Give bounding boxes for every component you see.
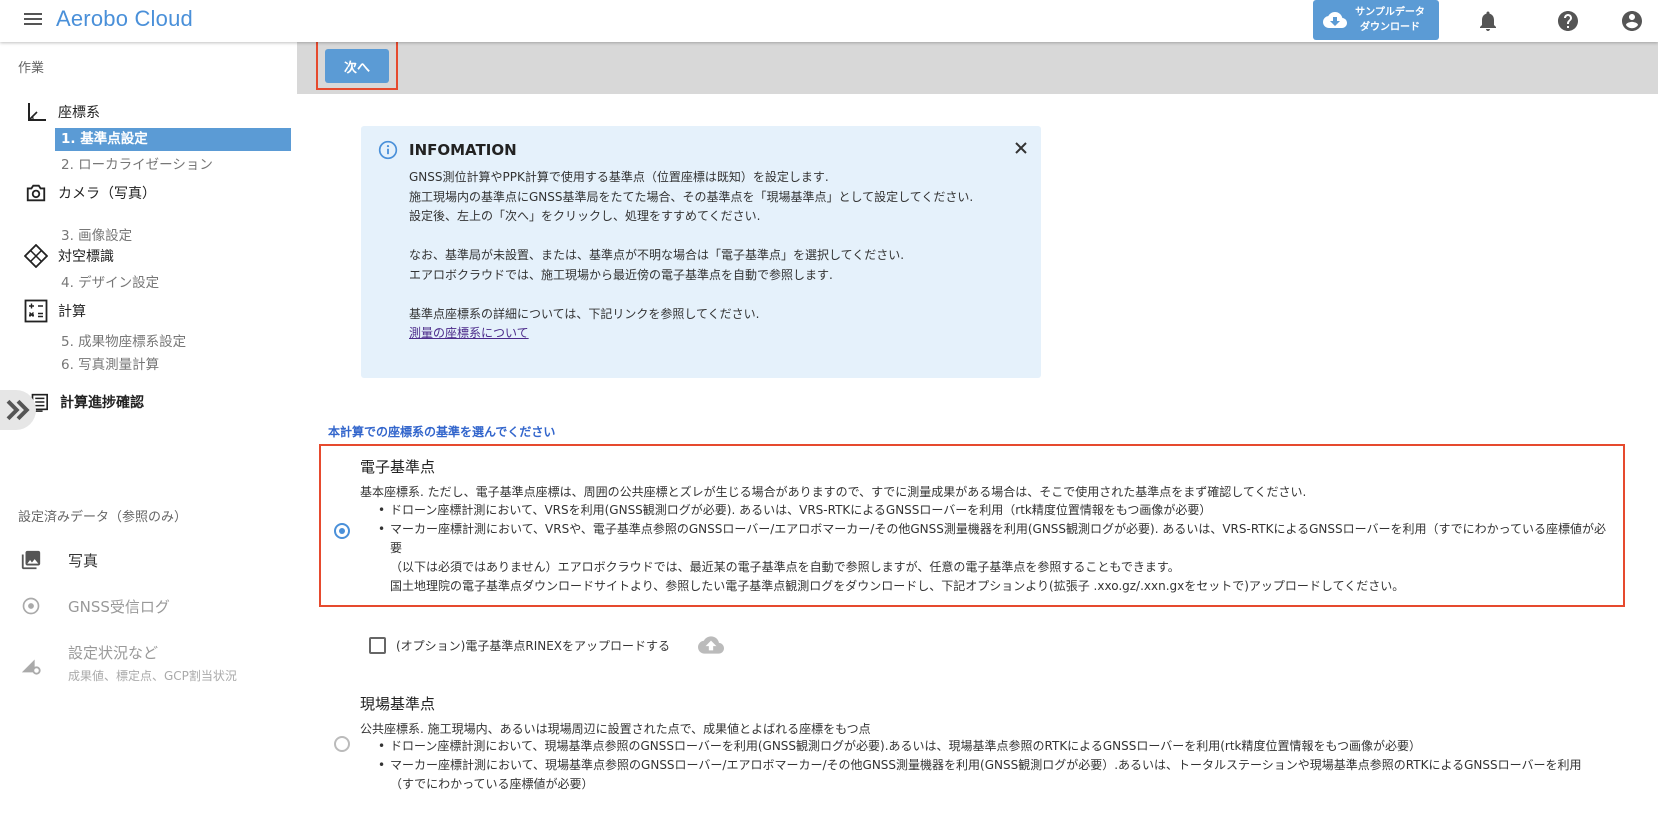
bell-icon[interactable] [1476, 9, 1500, 33]
rinex-upload-checkbox[interactable] [369, 636, 386, 654]
electronic-bullet-1: ドローン座標計測において、VRSを利用(GNSS観測ログが必要). あるいは、V… [378, 501, 1618, 520]
top-app-bar: Aerobo Cloud サンプルデータ ダウンロード [0, 0, 1658, 42]
axis-icon [24, 100, 48, 124]
camera-category-label: カメラ（写真） [58, 186, 156, 202]
electronic-base-bullets: ドローン座標計測において、VRSを利用(GNSS観測ログが必要). あるいは、V… [378, 501, 1618, 596]
gnss-log-label: GNSS受信ログ [68, 597, 170, 616]
electronic-base-radio[interactable] [334, 523, 350, 539]
site-base-title: 現場基準点 [360, 695, 436, 713]
info-line-1: GNSS測位計算やPPK計算で使用する基準点（位置座標は既知）を設定します. [409, 170, 829, 184]
settings-status-icon [20, 654, 42, 676]
info-body: GNSS測位計算やPPK計算で使用する基準点（位置座標は既知）を設定します. 施… [409, 168, 989, 344]
double-chevron-right-icon [6, 399, 30, 421]
info-line-3: 設定後、左上の「次へ」をクリックし、処理をすすめてください. [409, 209, 761, 223]
site-bullet-2: マーカー座標計測において、現場基準点参照のGNSSローバー/エアロボマーカー/そ… [378, 756, 1618, 775]
sidebar-data-photos[interactable]: 写真 [20, 549, 98, 571]
progress-category-label: 計算進捗確認 [60, 395, 144, 411]
sidebar-category-coord[interactable]: 座標系 [24, 100, 100, 124]
info-line-6: 基準点座標系の詳細については、下記リンクを参照してください. [409, 306, 760, 321]
site-note-1: （すでにわかっている座標値が必要） [390, 777, 594, 791]
coord-category-label: 座標系 [58, 105, 100, 121]
site-base-bullets: ドローン座標計測において、現場基準点参照のGNSSローバーを利用(GNSS観測ロ… [378, 737, 1618, 794]
sidebar-category-calc[interactable]: 計算 [24, 299, 86, 323]
calc-category-label: 計算 [58, 304, 86, 320]
sidebar-item-design[interactable]: 4. デザイン設定 [61, 271, 159, 291]
info-line-4: なお、基準局が未設置、または、基準点が不明な場合は「電子基準点」を選択してくださ… [409, 248, 905, 262]
sample-data-download-button[interactable]: サンプルデータ ダウンロード [1313, 0, 1439, 40]
settings-status-label: 設定状況など [68, 644, 159, 662]
help-icon[interactable] [1556, 9, 1580, 33]
target-marker-icon [24, 244, 48, 268]
calculator-icon [24, 299, 48, 323]
rinex-upload-label: (オプション)電子基準点RINEXをアップロードする [396, 638, 671, 653]
sidebar: 作業 座標系 1. 基準点設定 2. ローカライゼーション カメラ（写真） 3.… [0, 42, 297, 822]
rinex-upload-row: (オプション)電子基準点RINEXをアップロードする [369, 632, 725, 658]
next-button[interactable]: 次へ [325, 49, 389, 83]
info-icon [378, 140, 398, 160]
radio-target-icon [20, 595, 42, 617]
sidebar-item-image-settings[interactable]: 3. 画像設定 [61, 224, 132, 244]
close-icon[interactable] [1013, 140, 1029, 156]
photos-label: 写真 [68, 551, 99, 570]
settings-status-sublabel: 成果値、標定点、GCP割当状況 [68, 669, 237, 683]
info-line-2: 施工現場内の基準点にGNSS基準局をたてた場合、その基準点を「現場基準点」として… [409, 189, 974, 204]
electronic-base-title: 電子基準点 [360, 458, 436, 476]
app-title[interactable]: Aerobo Cloud [56, 6, 193, 32]
site-bullet-1: ドローン座標計測において、現場基準点参照のGNSSローバーを利用(GNSS観測ロ… [378, 737, 1618, 756]
info-title: INFOMATION [409, 141, 517, 159]
sample-btn-line1: サンプルデータ [1355, 7, 1425, 18]
cloud-upload-icon[interactable] [698, 632, 725, 658]
hamburger-menu-icon[interactable] [22, 10, 44, 32]
account-icon[interactable] [1620, 9, 1644, 33]
photo-library-icon [20, 549, 42, 571]
work-section-heading: 作業 [18, 61, 45, 76]
sidebar-collapse-button[interactable] [0, 390, 36, 430]
sidebar-item-base-point[interactable]: 1. 基準点設定 [55, 128, 291, 151]
sidebar-data-gnss-log[interactable]: GNSS受信ログ [20, 595, 170, 617]
sample-btn-line2: ダウンロード [1360, 22, 1420, 33]
electronic-base-desc: 基本座標系. ただし、電子基準点座標は、周囲の公共座標とズレが生じる場合がありま… [360, 485, 1307, 499]
electronic-note-2: 国土地理院の電子基準点ダウンロードサイトより、参照したい電子基準点観測ログをダウ… [390, 579, 1405, 593]
sidebar-category-progress[interactable]: 計算進捗確認 [26, 390, 144, 414]
sidebar-item-photo-survey[interactable]: 6. 写真測量計算 [61, 353, 159, 373]
choose-coord-label: 本計算での座標系の基準を選んでください [328, 425, 556, 439]
sidebar-item-result-coord[interactable]: 5. 成果物座標系設定 [61, 330, 186, 350]
sidebar-item-localization[interactable]: 2. ローカライゼーション [61, 153, 213, 173]
sidebar-category-camera[interactable]: カメラ（写真） [24, 181, 156, 205]
sidebar-data-settings-status[interactable]: 設定状況など 成果値、標定点、GCP割当状況 [20, 642, 237, 684]
coordinate-system-link[interactable]: 測量の座標系について [409, 324, 989, 344]
electronic-bullet-2: マーカー座標計測において、VRSや、電子基準点参照のGNSSローバー/エアロボマ… [378, 520, 1618, 558]
action-toolbar: 次へ [297, 40, 1658, 94]
sidebar-category-marker[interactable]: 対空標識 [24, 244, 114, 268]
marker-category-label: 対空標識 [58, 249, 114, 265]
info-line-5: エアロボクラウドでは、施工現場から最近傍の電子基準点を自動で参照します. [409, 267, 833, 282]
data-section-heading: 設定済みデータ（参照のみ） [18, 510, 188, 525]
site-base-desc: 公共座標系. 施工現場内、あるいは現場周辺に設置された点で、成果値とよばれる座標… [360, 722, 871, 736]
camera-icon [24, 181, 48, 205]
main-content: 次へ INFOMATION GNSS測位計算やPPK計算で使用する基準点（位置座… [297, 40, 1658, 822]
site-base-radio[interactable] [334, 736, 350, 752]
info-panel: INFOMATION GNSS測位計算やPPK計算で使用する基準点（位置座標は既… [361, 126, 1041, 378]
cloud-download-icon [1323, 11, 1347, 28]
electronic-note-1: （以下は必須ではありません）エアロボクラウドでは、最近某の電子基準点を自動で参照… [390, 560, 1180, 574]
